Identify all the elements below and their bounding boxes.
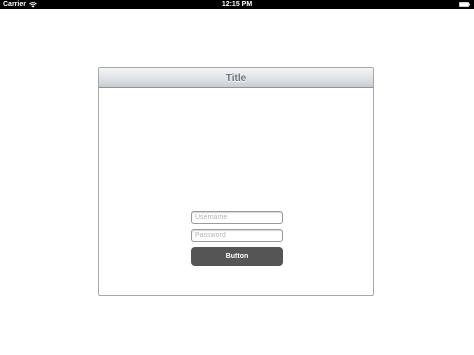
panel-header: Title: [99, 68, 373, 88]
submit-button[interactable]: Button: [191, 247, 283, 266]
password-field[interactable]: [191, 229, 283, 242]
username-field[interactable]: [191, 211, 283, 224]
login-panel: Title Button: [98, 67, 374, 296]
screen: Carrier 12:15 PM Title Button: [0, 0, 474, 355]
panel-title: Title: [225, 73, 247, 84]
status-bar: Carrier 12:15 PM: [0, 0, 474, 9]
status-time: 12:15 PM: [221, 1, 253, 8]
battery-icon: [459, 2, 470, 7]
